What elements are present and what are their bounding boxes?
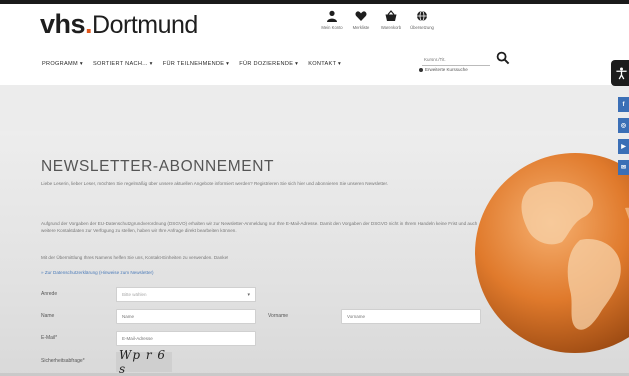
vhs-logo[interactable]: vhs.Dortmund [40, 9, 198, 40]
nav-kontakt[interactable]: KONTAKT ▾ [308, 61, 341, 67]
quicklink-cart-label: Warenkorb [380, 25, 402, 30]
quicklink-translate-label: Übersetzung [410, 25, 434, 30]
name-hint-text: Mit der Übermittlung Ihres Namens helfen… [41, 255, 229, 260]
anrede-select[interactable]: Bitte wählen ▾ [116, 287, 256, 302]
name-label: Name [41, 313, 55, 319]
globe-illustration-icon [475, 153, 629, 353]
logo-dot: . [85, 9, 93, 39]
heart-icon [355, 11, 367, 21]
page-title: NEWSLETTER-ABONNEMENT [41, 158, 275, 175]
youtube-icon[interactable]: ▶ [618, 139, 629, 154]
chevron-down-icon: ▾ [247, 291, 250, 298]
accessibility-button[interactable] [611, 60, 629, 86]
globe-icon [417, 10, 427, 22]
email-label: E-Mail* [41, 335, 58, 341]
privacy-policy-link[interactable]: » Zur Datenschutzerklärung (Hinweise zum… [41, 270, 154, 275]
anrede-label: Anrede [41, 291, 58, 297]
vorname-label: Vorname [268, 313, 289, 319]
instagram-glyph: ◎ [620, 123, 627, 129]
youtube-glyph: ▶ [621, 144, 626, 150]
intro-text: Liebe Leserin, lieber Leser, möchten Sie… [41, 181, 389, 186]
main-nav: PROGRAMM ▾ SORTIERT NACH... ▾ FÜR TEILNE… [42, 61, 341, 67]
mail-glyph: ✉ [620, 165, 627, 171]
accessibility-icon [615, 67, 627, 79]
advanced-search-label: Erweiterte Kurssuche [425, 67, 468, 72]
top-bar [0, 0, 629, 4]
name-input[interactable] [116, 309, 256, 324]
anrede-select-value: Bitte wählen [122, 292, 147, 297]
newsletter-mail-icon[interactable]: ✉ [618, 160, 629, 175]
header-band [0, 85, 629, 131]
logo-vhs: vhs [40, 9, 86, 39]
nav-teilnehmende[interactable]: FÜR TEILNEHMENDE ▾ [163, 61, 230, 67]
nav-sortiert[interactable]: SORTIERT NACH... ▾ [93, 61, 153, 67]
instagram-icon[interactable]: ◎ [618, 118, 629, 133]
nav-dozierende[interactable]: FÜR DOZIERENDE ▾ [239, 61, 298, 67]
privacy-text: Aufgrund der Vorgaben der EU-Datenschutz… [41, 221, 478, 233]
nav-programm[interactable]: PROGRAMM ▾ [42, 61, 83, 67]
email-input[interactable] [116, 331, 256, 346]
facebook-icon[interactable]: f [618, 97, 629, 112]
advanced-search-bullet-icon [419, 67, 423, 72]
quicklink-account-label: Mein Konto [321, 25, 343, 30]
facebook-glyph: f [622, 101, 625, 108]
page: vhs.Dortmund Mein Konto Merkliste Warenk… [0, 0, 629, 376]
basket-icon [385, 10, 397, 21]
logo-city: Dortmund [92, 11, 198, 39]
user-icon [327, 10, 337, 22]
quicklink-wishlist-label: Merkliste [352, 25, 370, 30]
quicklink-translate[interactable]: Übersetzung [402, 10, 442, 30]
search-input[interactable] [422, 54, 490, 66]
captcha-image: Wp r 6 s [116, 348, 172, 376]
vorname-input[interactable] [341, 309, 481, 324]
advanced-search-link[interactable]: Erweiterte Kurssuche [419, 67, 468, 72]
captcha-label: Sicherheitsabfrage* [41, 358, 85, 364]
search-icon[interactable] [496, 51, 510, 65]
